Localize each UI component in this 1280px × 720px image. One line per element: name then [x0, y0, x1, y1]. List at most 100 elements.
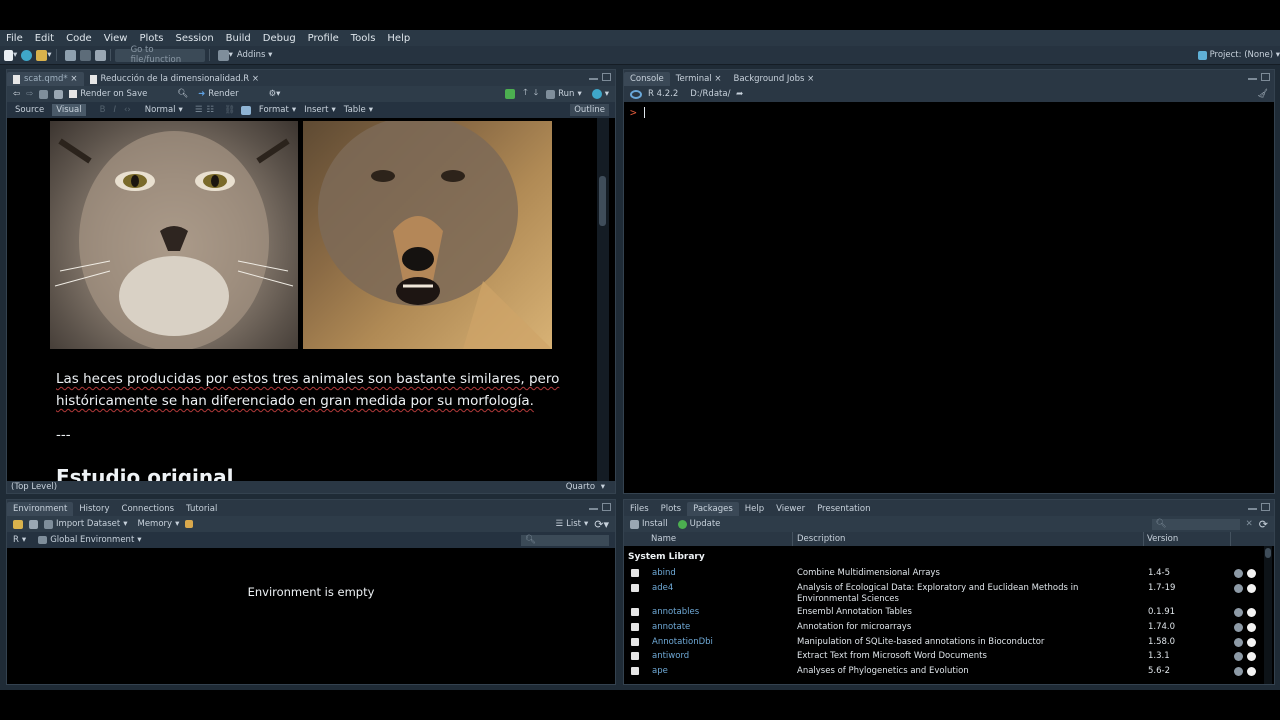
menu-plots[interactable]: Plots [133, 33, 169, 44]
package-name[interactable]: annotables [652, 607, 699, 617]
tab-console[interactable]: Console [624, 72, 670, 86]
publish-button[interactable]: ▾ [591, 89, 609, 99]
website-icon[interactable] [1234, 652, 1243, 661]
package-name[interactable]: antiword [652, 651, 689, 661]
render-button[interactable]: ➜ Render [198, 89, 238, 99]
package-name[interactable]: AnnotationDbi [652, 637, 713, 647]
menu-view[interactable]: View [98, 33, 134, 44]
show-in-window-button[interactable] [39, 89, 49, 99]
run-button[interactable]: Run ▾ [546, 89, 582, 99]
col-version-header[interactable]: Version [1147, 534, 1178, 544]
minimize-icon[interactable] [1248, 503, 1257, 510]
remove-package-icon[interactable] [1247, 623, 1256, 632]
new-file-button[interactable]: ▾ [4, 48, 17, 62]
grid-button[interactable]: ▾ [217, 48, 233, 62]
refresh-button[interactable]: ⟳▾ [594, 518, 609, 531]
package-name[interactable]: annotate [652, 622, 690, 632]
packages-scrollbar[interactable] [1264, 546, 1272, 684]
pane-window-controls[interactable] [1248, 73, 1270, 81]
clear-console-icon[interactable]: 🧹︎ [1257, 89, 1268, 99]
insert-menu[interactable]: Insert ▾ [304, 105, 336, 115]
import-dataset-button[interactable]: Import Dataset ▾ [44, 519, 127, 529]
tab-viewer[interactable]: Viewer [770, 502, 811, 516]
remove-package-icon[interactable] [1247, 638, 1256, 647]
tab-environment[interactable]: Environment [7, 502, 74, 516]
new-project-button[interactable] [21, 48, 33, 62]
view-mode-select[interactable]: ☰ List ▾ [555, 519, 588, 529]
outline-button[interactable]: Outline [570, 104, 609, 116]
menu-code[interactable]: Code [60, 33, 98, 44]
scrollbar-thumb[interactable] [599, 176, 606, 226]
remove-package-icon[interactable] [1247, 652, 1256, 661]
save-doc-button[interactable] [54, 89, 64, 99]
tab-tutorial[interactable]: Tutorial [180, 502, 223, 516]
maximize-icon[interactable] [602, 73, 611, 81]
website-icon[interactable] [1234, 667, 1243, 676]
col-description-header[interactable]: Description [797, 534, 845, 544]
package-checkbox[interactable] [631, 608, 639, 616]
packages-search-input[interactable]: 🔍︎ [1151, 518, 1240, 530]
remove-package-icon[interactable] [1247, 569, 1256, 578]
env-search-input[interactable]: 🔍︎ [521, 534, 609, 546]
table-menu[interactable]: Table ▾ [344, 105, 373, 115]
next-chunk-button[interactable]: 🡓 [534, 87, 538, 101]
menu-edit[interactable]: Edit [29, 33, 60, 44]
install-button[interactable]: Install [630, 519, 668, 529]
project-menu[interactable]: Project: (None) ▾ [1197, 48, 1280, 62]
image-button[interactable] [240, 105, 251, 115]
run-chunk-button[interactable] [505, 89, 516, 99]
italic-button[interactable]: I [113, 105, 116, 115]
console-path[interactable]: D:/Rdata/ ➦ [690, 89, 743, 99]
update-button[interactable]: Update [677, 519, 720, 529]
settings-button[interactable]: ⚙▾ [269, 89, 281, 99]
website-icon[interactable] [1234, 638, 1243, 647]
package-checkbox[interactable] [631, 569, 639, 577]
print-button[interactable] [94, 48, 106, 62]
package-name[interactable]: abind [652, 568, 676, 578]
menu-tools[interactable]: Tools [345, 33, 382, 44]
menu-debug[interactable]: Debug [257, 33, 302, 44]
open-file-button[interactable]: ▾ [36, 48, 52, 62]
tab-packages[interactable]: Packages [687, 502, 739, 516]
maximize-icon[interactable] [602, 503, 611, 511]
menu-build[interactable]: Build [220, 33, 257, 44]
language-select[interactable]: R ▾ [13, 535, 26, 545]
website-icon[interactable] [1234, 608, 1243, 617]
numbered-list-button[interactable]: ☷ [206, 105, 214, 115]
package-checkbox[interactable] [631, 584, 639, 592]
link-button[interactable]: ⛓ [224, 105, 235, 115]
console-output[interactable]: > [624, 102, 1274, 493]
tab-files[interactable]: Files [624, 502, 655, 516]
doc-type-indicator[interactable]: Quarto ▾ [566, 482, 605, 492]
clear-search-icon[interactable]: ✕ [1246, 519, 1253, 529]
pane-window-controls[interactable] [589, 503, 611, 511]
style-select[interactable]: Normal ▾ [145, 105, 183, 115]
addins-button[interactable]: Addins ▾ [237, 48, 273, 62]
save-all-button[interactable] [79, 48, 91, 62]
menu-profile[interactable]: Profile [302, 33, 345, 44]
mode-source-button[interactable]: Source [15, 105, 44, 115]
clear-workspace-button[interactable] [185, 520, 194, 528]
website-icon[interactable] [1234, 623, 1243, 632]
tab-scat-qmd[interactable]: scat.qmd* × [7, 72, 84, 86]
back-button[interactable]: ⇦ [13, 89, 20, 99]
tab-connections[interactable]: Connections [116, 502, 181, 516]
col-name-header[interactable]: Name [651, 534, 676, 544]
menu-help[interactable]: Help [381, 33, 416, 44]
bold-button[interactable]: B [100, 105, 106, 115]
format-menu[interactable]: Format ▾ [259, 105, 296, 115]
menu-file[interactable]: File [0, 33, 29, 44]
minimize-icon[interactable] [589, 73, 598, 80]
pane-window-controls[interactable] [1248, 503, 1270, 511]
prev-chunk-button[interactable]: 🡑 [523, 87, 527, 101]
website-icon[interactable] [1234, 569, 1243, 578]
scope-indicator[interactable]: (Top Level) [11, 482, 57, 492]
minimize-icon[interactable] [1248, 73, 1257, 80]
refresh-packages-button[interactable]: ⟳ [1259, 518, 1268, 531]
pane-window-controls[interactable] [589, 73, 611, 81]
editor-scrollbar[interactable] [597, 118, 609, 481]
package-checkbox[interactable] [631, 652, 639, 660]
website-icon[interactable] [1234, 584, 1243, 593]
goto-file-input[interactable]: Go to file/function [114, 45, 205, 65]
search-button[interactable]: 🔍︎ [177, 89, 188, 99]
